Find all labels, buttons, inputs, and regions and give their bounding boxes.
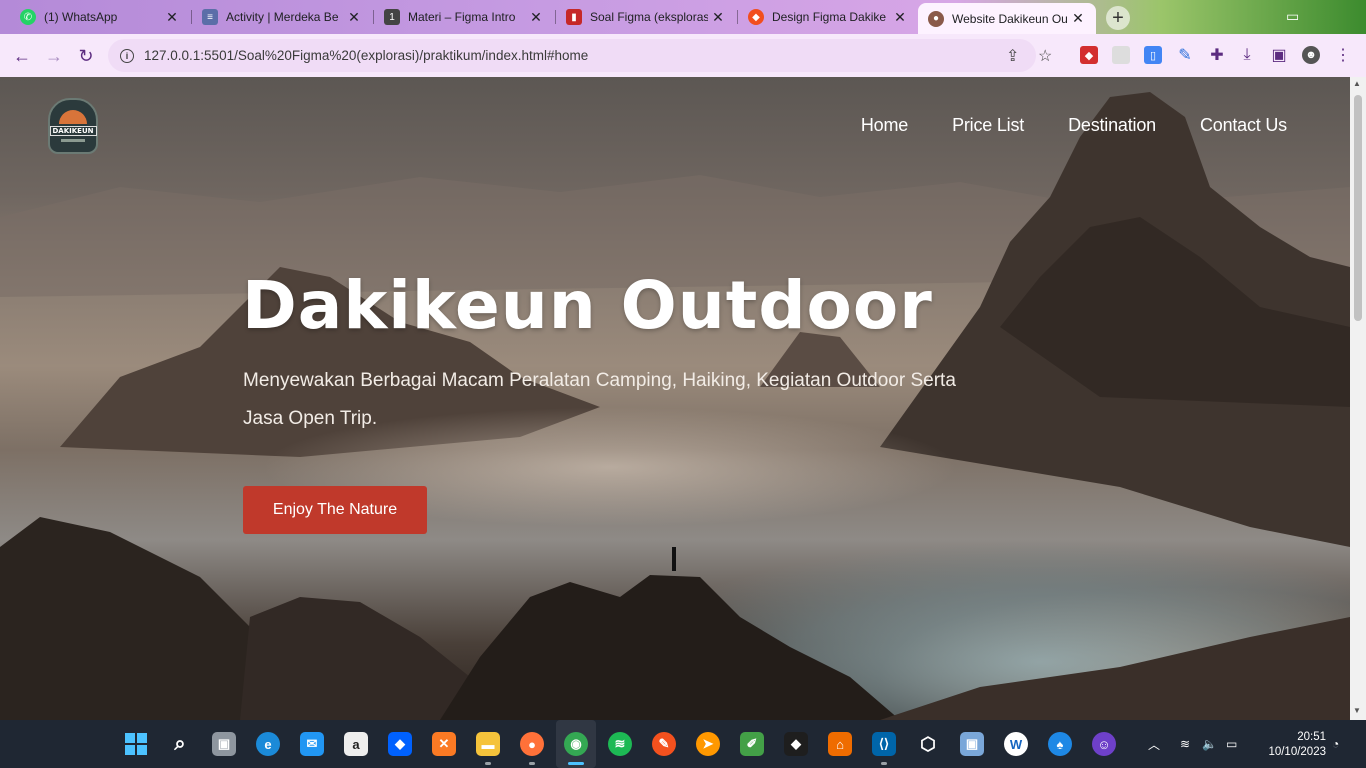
tab-design-figma[interactable]: ◆ Design Figma Dakike ✕ — [738, 3, 918, 31]
tab-soal-figma[interactable]: ▮ Soal Figma (eksplorasi ✕ — [556, 3, 736, 31]
tab-title: (1) WhatsApp — [44, 10, 118, 24]
volume-icon[interactable]: 🔈 — [1202, 720, 1217, 768]
reload-icon[interactable]: ↻ — [74, 44, 98, 68]
new-tab-button[interactable]: + — [1106, 6, 1130, 30]
tray-chevron-icon[interactable]: ︿ — [1148, 720, 1160, 768]
pen-extension-icon[interactable]: ✎ — [1176, 46, 1194, 64]
tab-strip: ✆ (1) WhatsApp ✕ ≡ Activity | Merdeka Be… — [0, 0, 1366, 34]
one-icon: 1 — [384, 9, 400, 25]
3d-box-icon[interactable]: ⬡ — [916, 732, 940, 756]
nav-link-price-list[interactable]: Price List — [952, 115, 1024, 136]
windows-start-icon[interactable] — [124, 732, 148, 756]
file-explorer-icon[interactable]: ▬ — [476, 732, 500, 756]
system-clock[interactable]: 20:51 10/10/2023 — [1258, 730, 1326, 760]
info-icon[interactable]: i — [120, 48, 134, 63]
clock-date: 10/10/2023 — [1268, 746, 1326, 758]
dropbox-icon[interactable]: ◆ — [388, 732, 412, 756]
main-menu: Home Price List Destination Contact Us — [817, 115, 1287, 136]
hero-subtitle: Menyewakan Berbagai Macam Peralatan Camp… — [243, 370, 956, 429]
menu-dots-icon[interactable]: ⋮ — [1334, 46, 1352, 64]
mail-icon[interactable]: ✉ — [300, 732, 324, 756]
github-icon[interactable]: ☺ — [1092, 732, 1116, 756]
logo-sun-shape — [59, 110, 87, 124]
tab-merdeka[interactable]: ≡ Activity | Merdeka Be ✕ — [192, 3, 372, 31]
puzzle-extension-icon[interactable]: ✚ — [1208, 46, 1226, 64]
logo-text: DAKIKEUN — [49, 126, 97, 136]
close-icon[interactable]: ✕ — [346, 9, 362, 26]
close-icon[interactable]: ✕ — [528, 9, 544, 26]
git-icon[interactable]: ⌂ — [828, 732, 852, 756]
tab-title: Activity | Merdeka Be — [226, 10, 339, 24]
tab-title: Materi – Figma Intro — [408, 10, 516, 24]
word-icon[interactable]: W — [1004, 732, 1028, 756]
nav-link-home[interactable]: Home — [861, 115, 908, 136]
figma-taskbar-icon[interactable]: ◆ — [784, 732, 808, 756]
book-icon: ▮ — [566, 9, 582, 25]
side-panel-icon[interactable]: ▣ — [1270, 46, 1288, 64]
running-indicator — [881, 762, 887, 765]
amazon-icon[interactable]: a — [344, 732, 368, 756]
tab-title: Design Figma Dakike — [772, 10, 887, 24]
close-icon[interactable]: ✕ — [892, 9, 908, 26]
close-icon[interactable]: ✕ — [710, 9, 726, 26]
download-icon[interactable]: ⤓ — [1238, 46, 1256, 64]
back-icon[interactable]: ← — [10, 44, 34, 68]
windows-taskbar: ⌕ ▣ e ✉ a ◆ ✕ ▬ ● ◉ ≋ ✎ ➤ ✐ ◆ ⌂ ⟨⟩ ⬡ ▣ W… — [0, 720, 1366, 768]
logo-divider — [61, 139, 85, 142]
tab-whatsapp[interactable]: ✆ (1) WhatsApp ✕ — [10, 3, 190, 31]
whatsapp-icon: ✆ — [20, 9, 36, 25]
search-icon[interactable]: ⌕ — [168, 732, 192, 756]
virtualbox-icon[interactable]: ▣ — [960, 732, 984, 756]
active-indicator — [568, 762, 584, 765]
wifi-icon[interactable]: ≋ — [1180, 720, 1190, 768]
shield-extension-icon[interactable]: ◆ — [1080, 46, 1098, 64]
firefox-icon[interactable]: ● — [520, 732, 544, 756]
elephant-icon[interactable]: ♠ — [1048, 732, 1072, 756]
postman-icon[interactable]: ➤ — [696, 732, 720, 756]
minimize-icon[interactable]: ▭ — [1286, 8, 1304, 24]
spotify-icon[interactable]: ≋ — [608, 732, 632, 756]
url-text[interactable]: 127.0.0.1:5501/Soal%20Figma%20(explorasi… — [144, 48, 588, 63]
tab-title: Soal Figma (eksplorasi — [590, 10, 708, 24]
forward-icon[interactable]: → — [42, 44, 66, 68]
scroll-thumb[interactable] — [1354, 95, 1362, 321]
nav-link-contact-us[interactable]: Contact Us — [1200, 115, 1287, 136]
xampp-icon[interactable]: ✕ — [432, 732, 456, 756]
running-indicator — [485, 762, 491, 765]
notification-icon[interactable]: ◔ — [1332, 720, 1339, 768]
merdeka-icon: ≡ — [202, 9, 218, 25]
notepad-icon[interactable]: ✐ — [740, 732, 764, 756]
tab-title: Website Dakikeun Ou — [952, 11, 1068, 26]
edge-icon[interactable]: e — [256, 732, 280, 756]
running-indicator — [529, 762, 535, 765]
page-viewport: DAKIKEUN Home Price List Destination Con… — [0, 77, 1350, 720]
pen-app-icon[interactable]: ✎ — [652, 732, 676, 756]
tab-website-dakikeun[interactable]: ● Website Dakikeun Ou ✕ — [918, 3, 1096, 34]
share-icon[interactable]: ⇪ — [1006, 39, 1019, 72]
figma-icon: ◆ — [748, 9, 764, 25]
task-view-icon[interactable]: ▣ — [212, 732, 236, 756]
docs-extension-icon[interactable]: ▯ — [1144, 46, 1162, 64]
address-bar[interactable]: i 127.0.0.1:5501/Soal%20Figma%20(explora… — [108, 39, 1052, 72]
vscode-icon[interactable]: ⟨⟩ — [872, 732, 896, 756]
scroll-up-icon[interactable]: ▲ — [1353, 79, 1361, 88]
site-icon: ● — [928, 10, 944, 27]
nav-link-destination[interactable]: Destination — [1068, 115, 1156, 136]
enjoy-the-nature-button[interactable]: Enjoy The Nature — [243, 486, 427, 534]
chrome-icon[interactable]: ◉ — [564, 732, 588, 756]
site-navbar: DAKIKEUN Home Price List Destination Con… — [0, 77, 1350, 177]
browser-toolbar: ← → ↻ i 127.0.0.1:5501/Soal%20Figma%20(e… — [0, 34, 1366, 77]
scroll-down-icon[interactable]: ▼ — [1353, 706, 1361, 715]
close-icon[interactable]: ✕ — [1070, 10, 1086, 27]
extension-icon[interactable] — [1112, 46, 1130, 64]
profile-avatar[interactable]: ☻ — [1302, 46, 1320, 64]
clock-time: 20:51 — [1297, 731, 1326, 743]
close-icon[interactable]: ✕ — [164, 9, 180, 26]
bookmark-star-icon[interactable]: ☆ — [1038, 39, 1052, 72]
hero-title: Dakikeun Outdoor — [242, 267, 933, 344]
page-scrollbar[interactable]: ▲ ▼ — [1350, 77, 1366, 720]
tab-materi[interactable]: 1 Materi – Figma Intro ✕ — [374, 3, 554, 31]
battery-icon[interactable]: ▭ — [1226, 720, 1237, 768]
site-logo[interactable]: DAKIKEUN — [48, 98, 98, 154]
